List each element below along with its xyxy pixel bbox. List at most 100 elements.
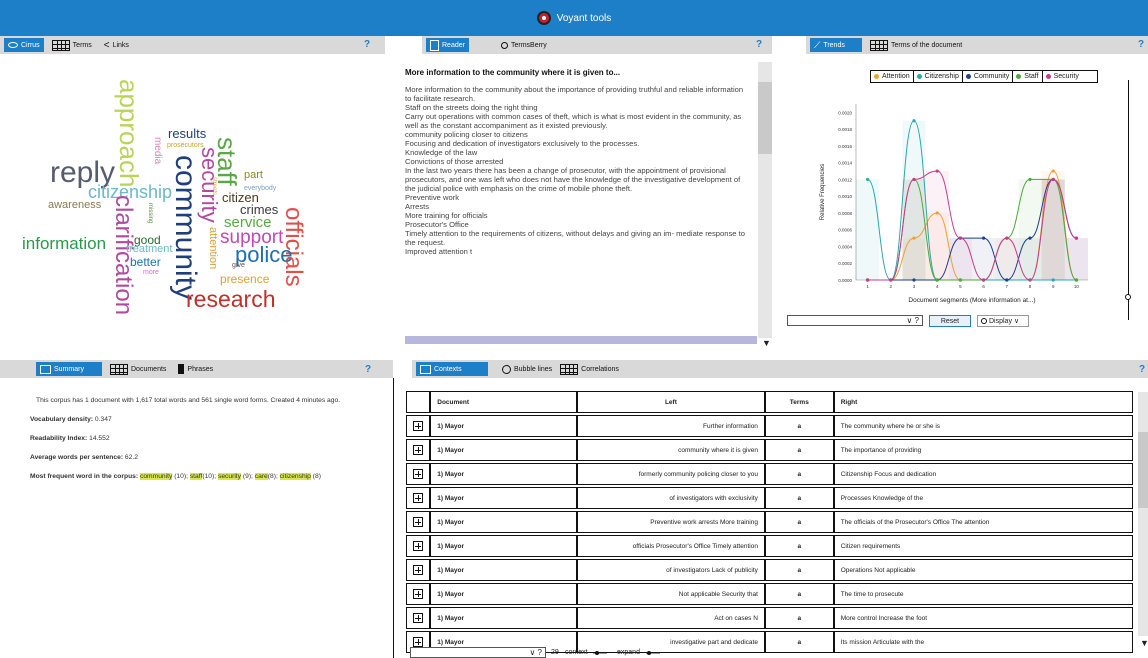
tab-reader[interactable]: Reader (426, 38, 469, 52)
reader-scrollbar[interactable] (758, 62, 772, 338)
frequent-word-link[interactable]: community (139, 473, 173, 480)
expand-cell[interactable] (406, 511, 431, 533)
trends-select[interactable]: ∨ ? (787, 315, 923, 326)
plus-icon[interactable] (413, 421, 424, 431)
tab-cirrus[interactable]: Cirrus (4, 38, 44, 52)
tab-trends[interactable]: ⟋ Trends (810, 38, 862, 52)
cloud-word[interactable]: give (232, 262, 245, 269)
right-context-cell: The officials of the Prosecutor's Office… (833, 511, 1133, 533)
tab-summary[interactable]: Summary (36, 362, 102, 376)
scroll-thumb[interactable] (1138, 432, 1148, 508)
tab-links[interactable]: < Links (100, 38, 133, 52)
plus-icon[interactable] (413, 589, 424, 599)
frequent-word-link[interactable]: staff (189, 473, 203, 480)
chart-slider-handle[interactable] (1125, 294, 1131, 300)
cloud-word[interactable]: information (22, 235, 106, 252)
data-point (1005, 278, 1009, 282)
context-slider-handle[interactable] (595, 651, 599, 655)
expand-cell[interactable] (406, 487, 431, 509)
plus-icon[interactable] (413, 565, 424, 575)
plus-icon[interactable] (413, 637, 424, 647)
contexts-help-icon[interactable]: ? (1139, 364, 1145, 375)
cloud-word[interactable]: treatment (126, 244, 172, 255)
reader-progress-bar[interactable] (405, 336, 757, 344)
cloud-word[interactable]: streets (211, 177, 217, 195)
plus-icon[interactable] (413, 493, 424, 503)
plus-icon[interactable] (413, 469, 424, 479)
legend-item[interactable]: Citizenship (914, 71, 963, 82)
cloud-word[interactable]: missing (147, 203, 153, 223)
table-row[interactable]: 1) Mayor of investigators Lack of publici… (406, 559, 1133, 581)
cloud-word[interactable]: approach (114, 79, 144, 187)
tab-correlations[interactable]: Correlations (556, 362, 623, 376)
table-row[interactable]: 1) Mayor Further information a The communit… (406, 415, 1133, 437)
right-context-cell: The time to prosecute (833, 583, 1133, 605)
cloud-word[interactable]: more (143, 269, 159, 276)
tab-contexts[interactable]: Contexts (416, 362, 488, 376)
cloud-word[interactable]: presence (220, 273, 269, 285)
display-button[interactable]: Display ∨ (977, 315, 1029, 327)
phrases-icon (178, 364, 185, 374)
table-row[interactable]: 1) Mayor Preventive work arrests More tra… (406, 511, 1133, 533)
cloud-word[interactable]: better (130, 256, 161, 268)
legend-item[interactable]: Staff (1013, 71, 1043, 82)
expand-cell[interactable] (406, 439, 431, 461)
tab-termsberry[interactable]: TermsBerry (497, 38, 551, 52)
scroll-down-icon[interactable]: ▼ (762, 338, 771, 348)
tab-bubble-lines[interactable]: Bubble lines (498, 362, 556, 376)
tab-terms[interactable]: Terms (48, 38, 96, 52)
cloud-word[interactable]: research (186, 288, 275, 311)
legend-item[interactable]: Security (1043, 71, 1082, 82)
cloud-word[interactable]: community (169, 155, 202, 300)
bubble-icon (502, 364, 511, 374)
term-cell: a (764, 487, 834, 509)
word-cloud: approach reply results prosecutors media… (0, 55, 380, 345)
expand-cell[interactable] (406, 607, 431, 629)
expand-cell[interactable] (406, 559, 431, 581)
chart-slider-track[interactable] (1128, 80, 1129, 320)
frequent-word-link[interactable]: security (217, 473, 242, 480)
reader-help-icon[interactable]: ? (756, 39, 762, 50)
plus-icon[interactable] (413, 445, 424, 455)
tab-phrases[interactable]: Phrases (174, 362, 217, 376)
summary-help-icon[interactable]: ? (365, 364, 371, 375)
right-column-header[interactable]: Right (833, 391, 1133, 413)
frequent-word-link[interactable]: care (254, 473, 268, 480)
terms-column-header[interactable]: Terms (764, 391, 834, 413)
cirrus-help-icon[interactable]: ? (364, 39, 370, 50)
cloud-word[interactable]: awareness (48, 200, 101, 211)
table-row[interactable]: 1) Mayor formerly community policing clos… (406, 463, 1133, 485)
legend-item[interactable]: Attention (871, 71, 914, 82)
plus-icon[interactable] (413, 613, 424, 623)
table-row[interactable]: 1) Mayor Not applicable Security that a The… (406, 583, 1133, 605)
expand-slider-handle[interactable] (647, 651, 651, 655)
scroll-down-icon[interactable]: ▼ (1140, 638, 1148, 648)
table-row[interactable]: 1) Mayor officials Prosecutor's Office Ti… (406, 535, 1133, 557)
plus-icon[interactable] (413, 517, 424, 527)
tab-terms-of-document[interactable]: Terms of the document (866, 38, 966, 52)
trends-help-icon[interactable]: ? (1138, 39, 1144, 50)
cloud-word[interactable]: media (152, 137, 163, 164)
expand-cell[interactable] (406, 415, 431, 437)
plus-icon[interactable] (413, 541, 424, 551)
legend-item[interactable]: Community (963, 71, 1014, 82)
reset-button[interactable]: Reset (929, 315, 971, 327)
cloud-word[interactable]: attention (207, 227, 219, 269)
scroll-thumb[interactable] (758, 82, 772, 154)
expand-cell[interactable] (406, 535, 431, 557)
reader-line: In the last two years there has been a c… (405, 166, 741, 193)
tab-documents[interactable]: Documents (106, 362, 170, 376)
table-row[interactable]: 1) Mayor of investigators with exclusivit… (406, 487, 1133, 509)
contexts-scrollbar[interactable] (1138, 392, 1148, 636)
table-row[interactable]: 1) Mayor community where it is given a The … (406, 439, 1133, 461)
contexts-select[interactable]: ∨ ? (410, 647, 546, 658)
expand-cell[interactable] (406, 583, 431, 605)
cloud-word[interactable]: part (244, 170, 263, 181)
cloud-word[interactable]: results (168, 127, 206, 140)
frequent-word-link[interactable]: citizenship (279, 473, 311, 480)
expand-cell[interactable] (406, 463, 431, 485)
context-count[interactable]: 29 (551, 649, 559, 656)
table-row[interactable]: 1) Mayor Act on cases Na More control Incr… (406, 607, 1133, 629)
left-column-header[interactable]: Left (576, 391, 765, 413)
document-column-header[interactable]: Document (430, 391, 577, 413)
